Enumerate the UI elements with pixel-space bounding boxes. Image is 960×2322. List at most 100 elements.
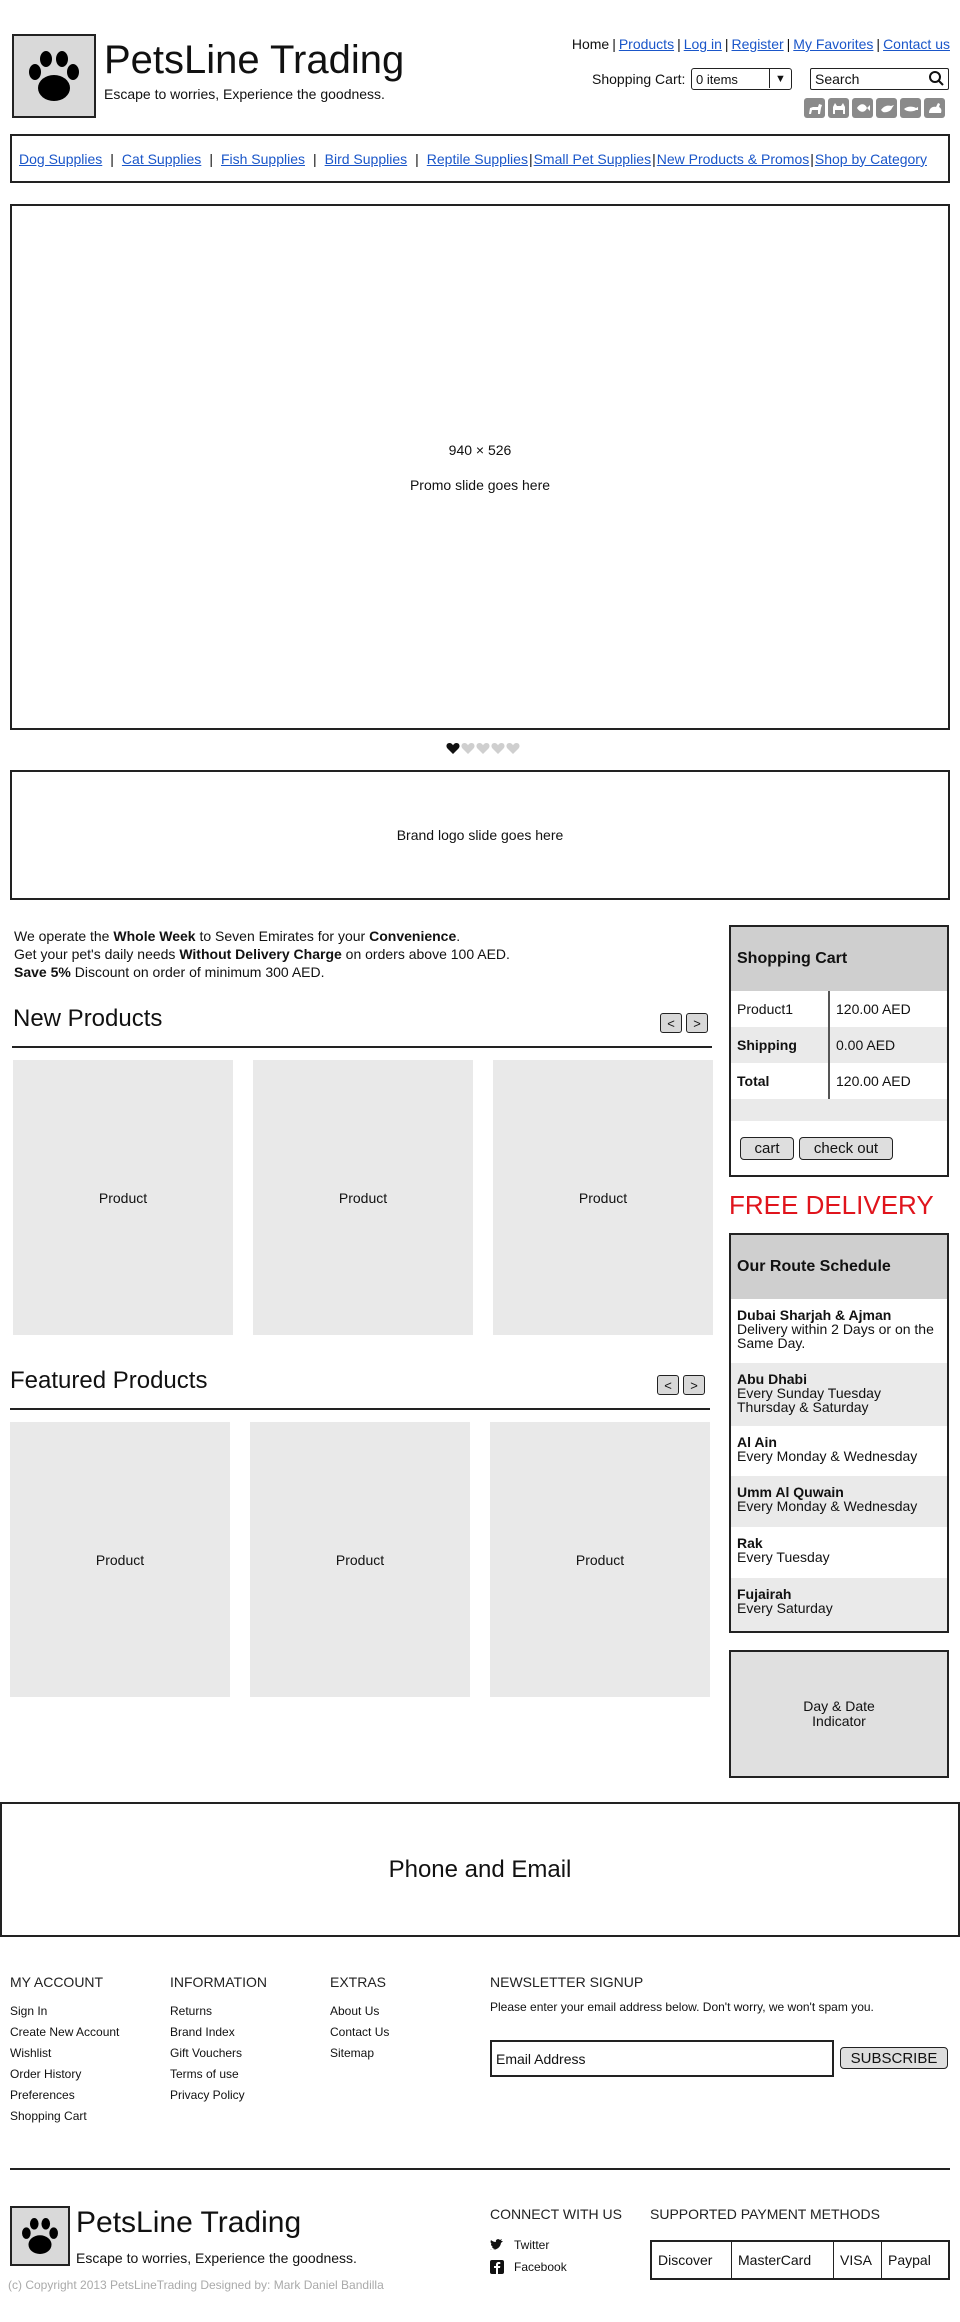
category-separator: |: [528, 150, 533, 167]
category-fish-supplies[interactable]: Fish Supplies: [221, 151, 305, 167]
footer-link-gift-vouchers[interactable]: Gift Vouchers: [170, 2043, 245, 2064]
slide-dot[interactable]: [461, 742, 475, 755]
nav-separator: |: [876, 36, 881, 52]
category-dog-supplies[interactable]: Dog Supplies: [19, 151, 102, 167]
intro-emphasis: 5%: [46, 964, 71, 980]
product-card[interactable]: Product: [250, 1422, 470, 1697]
bird-icon[interactable]: [876, 98, 897, 118]
site-title[interactable]: PetsLine Trading: [104, 38, 404, 83]
featured-products-next-button[interactable]: >: [683, 1375, 705, 1395]
nav-favorites[interactable]: My Favorites: [793, 36, 873, 52]
footer-logo[interactable]: [10, 2206, 70, 2266]
footer-link-contact[interactable]: Contact Us: [330, 2022, 389, 2043]
footer-link-returns[interactable]: Returns: [170, 2001, 245, 2022]
footer-information-title: INFORMATION: [170, 1974, 267, 1990]
brand-logo-slider[interactable]: Brand logo slide goes here: [10, 770, 950, 900]
subscribe-button[interactable]: SUBSCRIBE: [840, 2047, 948, 2069]
nav-login[interactable]: Log in: [684, 36, 722, 52]
product-card[interactable]: Product: [10, 1422, 230, 1697]
social-facebook[interactable]: Facebook: [490, 2260, 567, 2274]
route-schedule-title: Our Route Schedule: [731, 1235, 947, 1299]
footer-link-sign-in[interactable]: Sign In: [10, 2001, 119, 2022]
dog-icon[interactable]: [804, 98, 825, 118]
search-icon[interactable]: [928, 70, 944, 86]
site-logo[interactable]: [12, 34, 96, 118]
category-cat-supplies[interactable]: Cat Supplies: [122, 151, 201, 167]
featured-products-prev-button[interactable]: <: [657, 1375, 679, 1395]
footer-link-preferences[interactable]: Preferences: [10, 2085, 119, 2106]
footer-tagline: Escape to worries, Experience the goodne…: [76, 2250, 357, 2266]
category-new-products[interactable]: New Products & Promos: [657, 151, 810, 167]
category-small-pet-supplies[interactable]: Small Pet Supplies: [534, 151, 652, 167]
fish-icon[interactable]: [852, 98, 873, 118]
category-reptile-supplies[interactable]: Reptile Supplies: [427, 151, 528, 167]
footer-divider: [10, 2168, 950, 2170]
payment-mastercard: MasterCard: [732, 2242, 834, 2278]
social-twitter[interactable]: Twitter: [490, 2238, 549, 2252]
checkout-button[interactable]: check out: [799, 1137, 893, 1160]
footer-link-brand-index[interactable]: Brand Index: [170, 2022, 245, 2043]
footer-link-about[interactable]: About Us: [330, 2001, 389, 2022]
slide-dot[interactable]: [491, 742, 505, 755]
nav-separator: |: [677, 36, 681, 52]
phone-email-text: Phone and Email: [388, 1855, 572, 1883]
nav-contact[interactable]: Contact us: [883, 36, 950, 52]
paw-icon: [29, 51, 79, 101]
footer-link-wishlist[interactable]: Wishlist: [10, 2043, 119, 2064]
nav-products[interactable]: Products: [619, 36, 674, 52]
promo-text: Promo slide goes here: [409, 476, 551, 493]
route-schedule-text: Every Monday & Wednesday: [737, 1448, 918, 1464]
phone-email-banner: Phone and Email: [0, 1802, 960, 1937]
new-products-title: New Products: [13, 1005, 163, 1032]
payment-methods: Discover MasterCard VISA Paypal: [650, 2240, 950, 2280]
top-nav: Home | Products | Log in | Register | My…: [572, 36, 950, 52]
category-bird-supplies[interactable]: Bird Supplies: [325, 151, 408, 167]
brand-slide-text: Brand logo slide goes here: [396, 827, 564, 843]
promo-slider[interactable]: 940 × 526 Promo slide goes here: [10, 204, 950, 730]
category-shop-by[interactable]: Shop by Category: [815, 151, 927, 167]
cat-icon[interactable]: [828, 98, 849, 118]
cart-button[interactable]: cart: [740, 1137, 794, 1160]
route-schedule-text: Every Tuesday: [737, 1549, 830, 1565]
facebook-label: Facebook: [514, 2260, 567, 2274]
nav-register[interactable]: Register: [732, 36, 784, 52]
product-card[interactable]: Product: [493, 1060, 713, 1335]
slide-dot[interactable]: [476, 742, 490, 755]
paw-icon: [22, 2218, 58, 2254]
route-item: Dubai Sharjah & Ajman Delivery within 2 …: [731, 1299, 947, 1363]
nav-home[interactable]: Home: [572, 36, 609, 52]
nav-separator: |: [724, 36, 729, 52]
footer-link-sitemap[interactable]: Sitemap: [330, 2043, 389, 2064]
nav-separator: |: [612, 36, 616, 52]
new-products-prev-button[interactable]: <: [660, 1013, 682, 1033]
intro-text: We operate the Whole Week to Seven Emira…: [14, 927, 510, 981]
payment-paypal: Paypal: [888, 2252, 931, 2268]
footer-link-shopping-cart[interactable]: Shopping Cart: [10, 2106, 119, 2127]
footer-link-privacy[interactable]: Privacy Policy: [170, 2085, 245, 2106]
route-schedule-panel: Our Route Schedule Dubai Sharjah & Ajman…: [729, 1233, 949, 1633]
newsletter-email-input[interactable]: Email Address: [490, 2040, 834, 2077]
cart-dropdown[interactable]: 0 items ▼: [691, 68, 792, 90]
slide-dot-active[interactable]: [446, 742, 460, 755]
route-schedule-text: Every Sunday Tuesday Thursday & Saturday: [737, 1385, 881, 1415]
product-card[interactable]: Product: [253, 1060, 473, 1335]
newsletter-title: NEWSLETTER SIGNUP: [490, 1974, 644, 1990]
footer-my-account-list: Sign In Create New Account Wishlist Orde…: [10, 2001, 119, 2127]
footer-link-order-history[interactable]: Order History: [10, 2064, 119, 2085]
payment-discover: Discover: [652, 2242, 732, 2278]
route-place: Dubai Sharjah & Ajman: [737, 1307, 892, 1323]
footer-link-create-account[interactable]: Create New Account: [10, 2022, 119, 2043]
site-tagline: Escape to worries, Experience the goodne…: [104, 86, 385, 102]
dropdown-arrow-icon[interactable]: ▼: [769, 69, 791, 88]
product-card[interactable]: Product: [13, 1060, 233, 1335]
footer-link-terms[interactable]: Terms of use: [170, 2064, 245, 2085]
intro-emphasis: Without Delivery Charge: [179, 946, 342, 962]
new-products-next-button[interactable]: >: [686, 1013, 708, 1033]
product-card[interactable]: Product: [490, 1422, 710, 1697]
reptile-icon[interactable]: [900, 98, 921, 118]
route-place: Fujairah: [737, 1586, 792, 1602]
slide-dot[interactable]: [506, 742, 520, 755]
search-input[interactable]: Search: [810, 68, 949, 90]
small-pet-icon[interactable]: [924, 98, 945, 118]
copyright-text: (c) Copyright 2013 PetsLineTrading Desig…: [8, 2278, 384, 2292]
